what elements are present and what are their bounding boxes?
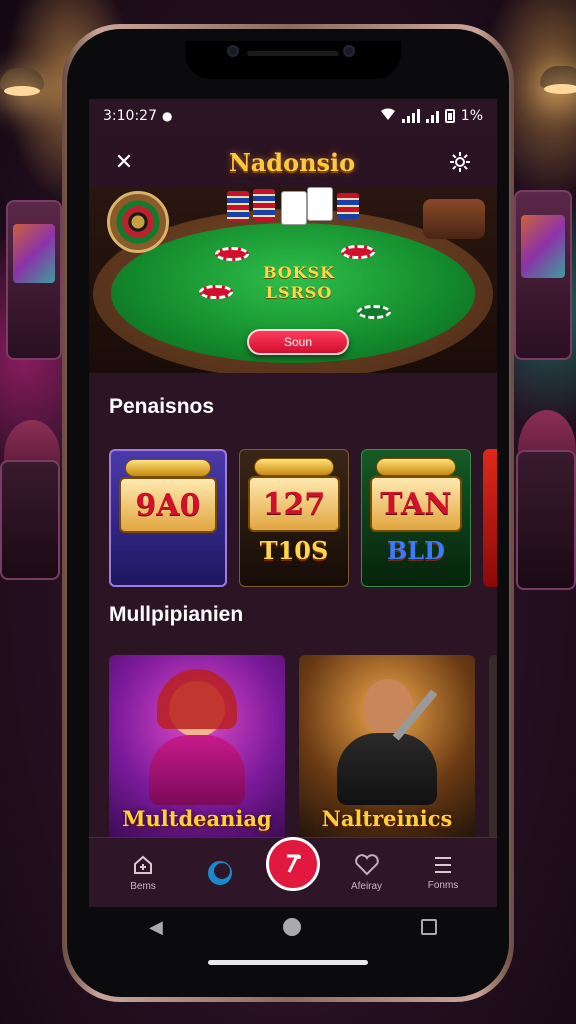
earpiece — [247, 51, 339, 56]
bg-table-right — [516, 450, 576, 590]
phone-bezel: ✕ Nadonsio BOKSK LSRSO Soun Penaisnos 9A… — [67, 29, 509, 997]
playing-card — [307, 187, 333, 221]
poker-chip — [357, 305, 391, 319]
multiplayer-carousel[interactable]: Multdeaniag Naltreinics — [109, 655, 497, 843]
center-action-button[interactable] — [266, 836, 320, 891]
slot-tile[interactable]: 127 T10S — [239, 449, 349, 587]
multiplayer-tile[interactable]: Multdeaniag — [109, 655, 285, 843]
character-body — [337, 733, 437, 805]
nav-menu-label: Fonms — [427, 880, 459, 891]
signal-icon-2 — [425, 109, 439, 123]
playing-card — [281, 191, 307, 225]
chip-stack — [337, 193, 359, 219]
chip-tray — [423, 199, 485, 239]
character-body — [149, 735, 245, 805]
menu-icon — [435, 857, 451, 873]
section-title-multiplayer: Mullpipianien — [109, 603, 244, 626]
phone-frame: ✕ Nadonsio BOKSK LSRSO Soun Penaisnos 9A… — [62, 24, 514, 1002]
roulette-wheel-icon — [107, 191, 169, 253]
nav-favorites-label: Afeiray — [350, 881, 383, 892]
front-camera — [227, 45, 239, 57]
poker-chip — [199, 285, 233, 299]
lamp-left — [0, 68, 44, 96]
home-icon — [134, 855, 152, 874]
close-icon[interactable]: ✕ — [111, 149, 137, 175]
multiplayer-tile[interactable]: Naltreinics — [299, 655, 475, 843]
nav-favorites[interactable]: Afeiray — [337, 853, 397, 892]
bg-slot-machine-right — [514, 190, 572, 360]
nav-home[interactable]: Bems — [113, 853, 173, 892]
status-time: 3:10:27 — [103, 108, 157, 124]
sensor — [343, 45, 355, 57]
wifi-icon — [380, 107, 396, 125]
bg-table-left — [0, 460, 60, 580]
spin-icon — [207, 860, 232, 885]
notch — [185, 41, 401, 79]
poker-chip — [341, 245, 375, 259]
notification-icon: ● — [161, 109, 173, 123]
slots-carousel[interactable]: 9A0 127 T10S TAN BLD — [109, 449, 497, 587]
app-title: Nadonsio — [228, 147, 356, 177]
back-icon[interactable]: ◀ — [149, 917, 163, 938]
banner-cta-button[interactable]: Soun — [247, 329, 349, 355]
slot-tile-partial[interactable] — [483, 449, 497, 587]
bg-slot-machine-left — [6, 200, 62, 360]
home-indicator[interactable] — [208, 960, 368, 965]
slot-tile[interactable]: 9A0 — [109, 449, 227, 587]
section-title-slots: Penaisnos — [109, 395, 215, 418]
slot-reel-text: TAN — [380, 486, 452, 522]
nav-spin[interactable] — [190, 858, 250, 888]
hero-banner[interactable]: BOKSK LSRSO Soun — [89, 187, 497, 373]
app-screen: ✕ Nadonsio BOKSK LSRSO Soun Penaisnos 9A… — [89, 99, 497, 947]
nav-home-label: Bems — [130, 881, 156, 892]
slot-reel-text: 9A0 — [135, 487, 201, 523]
felt-text-1: BOKSK — [262, 263, 336, 282]
slot-tile[interactable]: TAN BLD — [361, 449, 471, 587]
system-navigation-bar: ◀ — [89, 907, 497, 947]
multiplayer-tile-partial[interactable] — [489, 655, 497, 843]
poker-chip — [215, 247, 249, 261]
multiplayer-label: Naltreinics — [321, 806, 453, 831]
status-bar: 3:10:27 ● 1% — [103, 105, 483, 127]
battery-text: 1% — [460, 108, 483, 124]
bottom-navigation: Bems Afeiray Fonms — [89, 836, 497, 907]
signal-icon — [401, 109, 420, 123]
slot-sub-text: T10S — [259, 536, 329, 565]
app-header: ✕ Nadonsio — [89, 137, 497, 187]
home-button-icon[interactable] — [282, 918, 301, 936]
gear-icon[interactable] — [447, 149, 473, 175]
battery-icon — [444, 109, 455, 123]
recents-icon[interactable] — [420, 919, 437, 935]
slot-reel-text: 127 — [262, 486, 326, 522]
lamp-right — [540, 66, 576, 94]
character-hair — [157, 669, 237, 729]
chip-stack — [253, 189, 275, 221]
nav-menu[interactable]: Fonms — [413, 854, 473, 891]
felt-text-2: LSRSO — [265, 283, 333, 302]
heart-icon — [354, 854, 379, 876]
chip-stack — [227, 191, 249, 221]
center-action-icon — [287, 854, 301, 873]
multiplayer-label: Multdeaniag — [122, 806, 272, 831]
slot-sub-text: BLD — [387, 536, 445, 565]
